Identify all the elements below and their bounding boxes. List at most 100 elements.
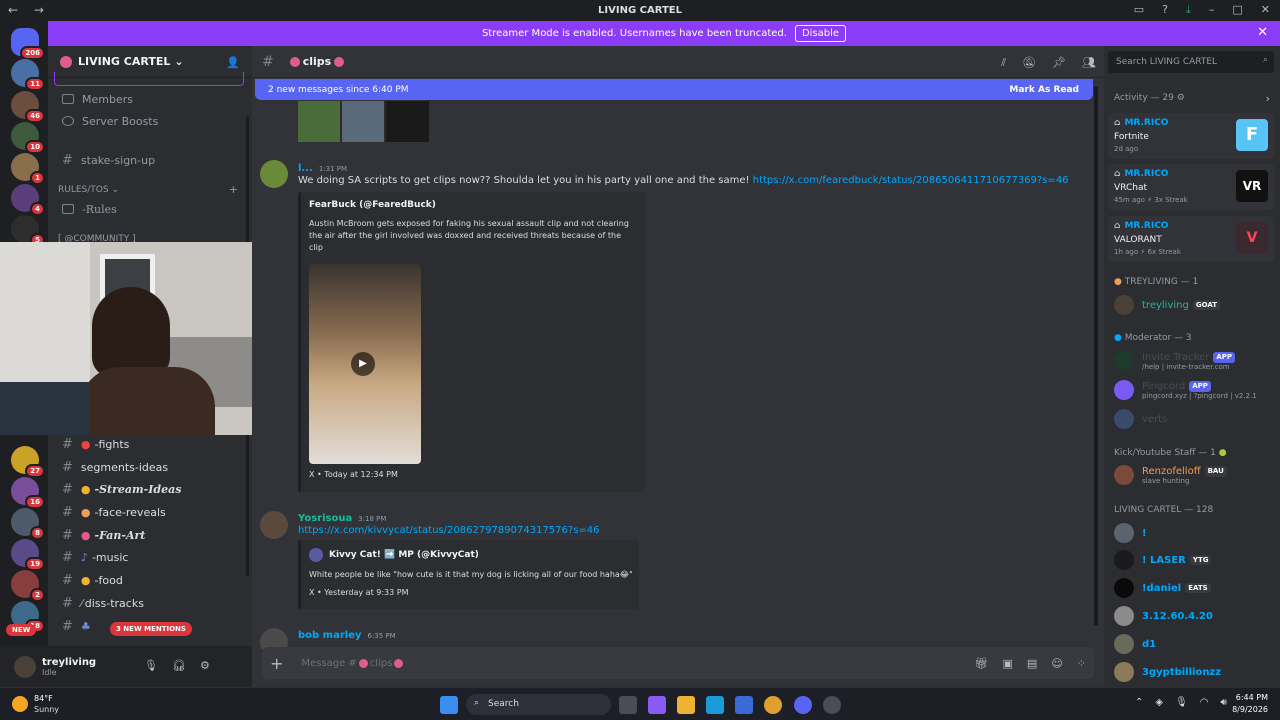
activity-card[interactable]: ⌂ MR.RICO Fortnite 2d ago F bbox=[1108, 113, 1274, 159]
server-icon[interactable]: 27 bbox=[11, 446, 45, 478]
threads-icon[interactable]: ⫽ bbox=[1001, 56, 1006, 70]
download-icon[interactable]: ⤓ bbox=[1186, 3, 1191, 17]
server-icon[interactable]: 46 bbox=[11, 91, 45, 123]
channel-segments-ideas[interactable]: # segments-ideas bbox=[56, 456, 244, 478]
search-input[interactable]: Search LIVING CARTEL ⌕ bbox=[1108, 51, 1274, 73]
channel-face-reveals[interactable]: # ● -face-reveals bbox=[56, 501, 244, 523]
edge-icon[interactable] bbox=[706, 696, 724, 714]
server-icon[interactable]: 5 bbox=[11, 215, 45, 247]
member-row[interactable]: 3.12.60.4.20 bbox=[1114, 605, 1213, 627]
task-view-icon[interactable] bbox=[619, 696, 637, 714]
gear-icon[interactable]: ⚙ bbox=[200, 659, 210, 672]
clock-date[interactable]: 8/9/2026 bbox=[1226, 705, 1268, 714]
emoji-icon[interactable]: ☺ bbox=[1051, 657, 1062, 670]
discord-icon[interactable] bbox=[794, 696, 812, 714]
copilot-icon[interactable] bbox=[648, 696, 666, 714]
member-row[interactable]: verts bbox=[1114, 408, 1167, 430]
chat-scrollbar[interactable] bbox=[1094, 86, 1098, 626]
add-channel-icon[interactable]: + bbox=[229, 183, 238, 196]
embed-author[interactable]: Kivvy Cat! ➡️ MP (@KivvyCat) bbox=[329, 550, 479, 560]
minimize-icon[interactable]: – bbox=[1209, 3, 1215, 17]
mark-as-read-button[interactable]: Mark As Read bbox=[1009, 85, 1079, 95]
chrome-icon[interactable] bbox=[764, 696, 782, 714]
gear-icon[interactable]: ⚙ bbox=[1177, 93, 1185, 103]
gift-icon[interactable]: 🎁︎ bbox=[975, 657, 989, 670]
pin-icon[interactable]: 📌︎ bbox=[1052, 56, 1066, 70]
image-attachment[interactable] bbox=[298, 101, 429, 142]
channel-rules[interactable]: -Rules bbox=[56, 198, 244, 220]
apps-icon[interactable]: ⁘ bbox=[1077, 657, 1086, 670]
message-link[interactable]: https://x.com/kivvycat/status/2086279789… bbox=[298, 525, 600, 536]
app-icon[interactable] bbox=[823, 696, 841, 714]
file-explorer-icon[interactable] bbox=[677, 696, 695, 714]
help-icon[interactable]: ? bbox=[1162, 3, 1168, 17]
channel-food[interactable]: # ● -food bbox=[56, 569, 244, 591]
sidebar-item-members[interactable]: Members bbox=[56, 88, 244, 110]
server-icon[interactable]: 10 bbox=[11, 122, 45, 154]
member-row[interactable]: 3gyptbillionzz bbox=[1114, 661, 1221, 683]
member-row[interactable]: Invite Tracker APP/help | invite-tracker.… bbox=[1114, 350, 1235, 372]
message-link[interactable]: https://x.com/fearedbuck/status/20865064… bbox=[753, 175, 1069, 186]
mic-icon[interactable]: 🎙︎ bbox=[144, 659, 158, 672]
member-row[interactable]: ! LASER YTG bbox=[1114, 549, 1212, 571]
author-name[interactable]: bob marley bbox=[298, 630, 362, 641]
weather-icon[interactable] bbox=[12, 696, 28, 712]
headphones-icon[interactable]: 🎧︎ bbox=[172, 659, 186, 672]
start-icon[interactable] bbox=[440, 696, 458, 714]
avatar[interactable] bbox=[260, 511, 288, 539]
maximize-icon[interactable]: □ bbox=[1232, 3, 1242, 17]
new-mentions-badge[interactable]: 3 NEW MENTIONS bbox=[110, 622, 192, 636]
play-icon[interactable]: ▶ bbox=[351, 352, 375, 376]
author-name[interactable]: Yosrisoua bbox=[298, 513, 352, 524]
channel-music[interactable]: # ♪ -music bbox=[56, 546, 244, 568]
member-row[interactable]: Pingcord APP pingcord.xyz | ?pingcord | v2… bbox=[1114, 379, 1257, 401]
add-attachment-icon[interactable]: + bbox=[270, 654, 283, 673]
avatar[interactable] bbox=[260, 160, 288, 188]
embed-author[interactable]: FearBuck (@FearedBuck) bbox=[309, 200, 436, 210]
add-user-icon[interactable]: 👤 bbox=[226, 56, 240, 69]
channel-stream-ideas[interactable]: # ● -Stream-Ideas bbox=[56, 478, 244, 500]
channel-fan-art[interactable]: # ● -Fan-Art bbox=[56, 524, 244, 546]
member-row[interactable]: ! bbox=[1114, 522, 1147, 544]
server-icon[interactable]: 2 bbox=[11, 570, 45, 602]
taskbar-search[interactable]: ⌕ Search bbox=[466, 694, 611, 715]
member-row[interactable]: d1 bbox=[1114, 633, 1156, 655]
server-icon[interactable]: 4 bbox=[11, 184, 45, 216]
server-icon[interactable]: 19 bbox=[11, 539, 45, 571]
video-thumbnail[interactable]: ▶ bbox=[309, 264, 421, 464]
channel-diss-tracks[interactable]: # ⁄ diss-tracks bbox=[56, 592, 244, 614]
close-icon[interactable]: ✕ bbox=[1261, 3, 1270, 17]
network-icon[interactable]: ◈ bbox=[1155, 697, 1163, 708]
member-row[interactable]: Renzofelloff BAU slave hunting bbox=[1114, 464, 1227, 486]
gif-icon[interactable]: ▣ bbox=[1003, 657, 1013, 670]
category-rules[interactable]: RULES/TOS ⌄ bbox=[58, 185, 119, 195]
clock-time[interactable]: 6:44 PM bbox=[1232, 693, 1268, 702]
activity-card[interactable]: ⌂ MR.RICO VALORANT 1h ago ⚡ 6x Streak V bbox=[1108, 216, 1274, 262]
mic-icon[interactable]: 🎙︎ bbox=[1175, 697, 1188, 708]
channel-fights[interactable]: # ● -fights bbox=[56, 433, 244, 455]
server-icon[interactable]: 1 bbox=[11, 153, 45, 185]
members-icon[interactable]: 👥︎ bbox=[1082, 56, 1096, 70]
new-messages-bar[interactable]: 2 new messages since 6:40 PM Mark As Rea… bbox=[255, 79, 1093, 100]
wifi-icon[interactable]: ◠ bbox=[1200, 697, 1209, 708]
message-composer[interactable]: + Message # clips 🎁︎ ▣ ▤ ☺ ⁘ bbox=[262, 647, 1094, 679]
server-icon[interactable]: 16 bbox=[11, 477, 45, 509]
home-discord-icon[interactable]: 206 bbox=[11, 28, 45, 60]
avatar[interactable] bbox=[14, 655, 36, 678]
member-row[interactable]: !daniel EATS bbox=[1114, 577, 1211, 599]
activity-card[interactable]: ⌂ MR.RICO VRChat 45m ago ⚡ 3x Streak VR bbox=[1108, 164, 1274, 210]
server-icon[interactable]: 8 bbox=[11, 508, 45, 540]
close-banner-icon[interactable]: ✕ bbox=[1257, 25, 1268, 40]
store-icon[interactable] bbox=[735, 696, 753, 714]
server-icon[interactable]: 11 bbox=[11, 59, 45, 91]
member-row[interactable]: treyliving GOAT bbox=[1114, 294, 1220, 316]
chevron-up-icon[interactable]: ⌃ bbox=[1135, 697, 1143, 708]
sidebar-item-server-boosts[interactable]: Server Boosts bbox=[56, 110, 244, 132]
channel-stake-sign-up[interactable]: # stake-sign-up bbox=[56, 149, 244, 171]
bell-icon[interactable]: 🔕︎ bbox=[1022, 56, 1036, 70]
disable-button[interactable]: Disable bbox=[794, 25, 847, 42]
chevron-right-icon[interactable]: › bbox=[1266, 92, 1270, 105]
inbox-icon[interactable]: ▭ bbox=[1134, 3, 1144, 17]
author-name[interactable]: l... bbox=[298, 163, 313, 174]
sticker-icon[interactable]: ▤ bbox=[1027, 657, 1037, 670]
